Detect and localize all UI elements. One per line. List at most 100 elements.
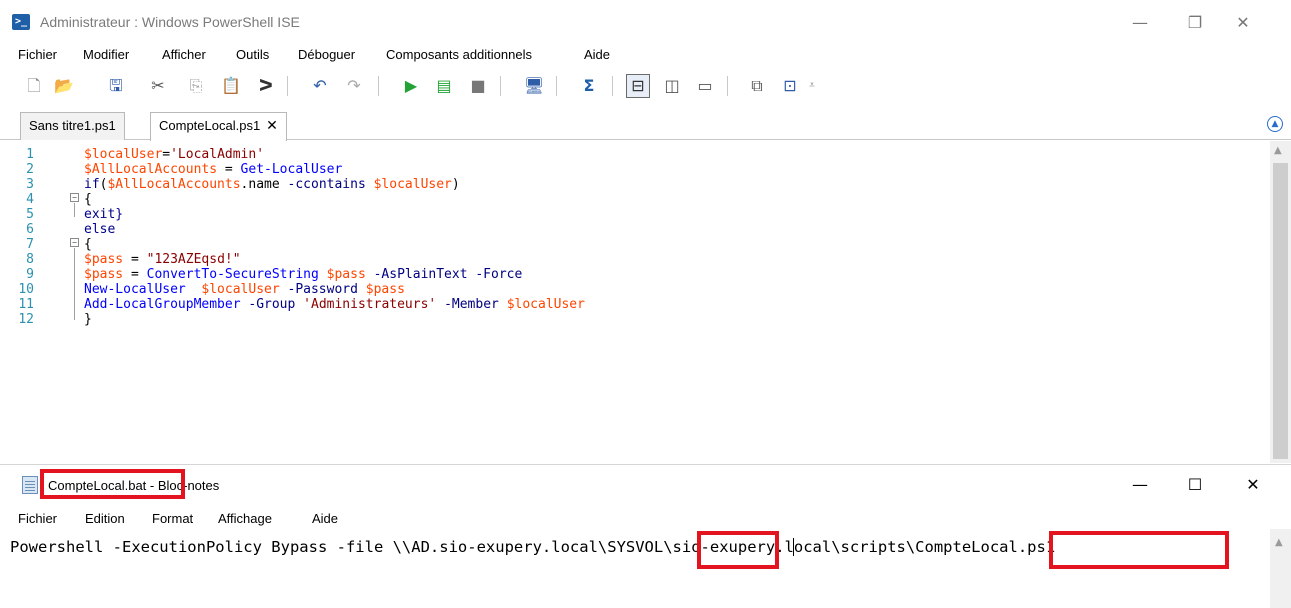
code-token: } bbox=[84, 312, 92, 327]
ise-restore-button[interactable]: ❐ bbox=[1172, 10, 1218, 36]
save-icon[interactable]: 🖫 bbox=[104, 74, 128, 98]
code-line-3: if($AllLocalAccounts.name -ccontains $lo… bbox=[84, 177, 460, 192]
code-line-10: New-LocalUser $localUser -Password $pass bbox=[84, 282, 405, 297]
line-number: 1 bbox=[26, 147, 34, 162]
tab-sans-titre1[interactable]: Sans titre1.ps1 bbox=[20, 112, 125, 140]
script-editor[interactable]: 1 2 3 4 5 6 7 8 9 10 11 12 − − $localUse… bbox=[0, 141, 1291, 463]
highlight-box-notepad-filename bbox=[40, 469, 185, 499]
code-token: if bbox=[84, 177, 100, 192]
code-line-6: else bbox=[84, 222, 115, 237]
undo-icon[interactable]: ↶ bbox=[308, 74, 332, 98]
menu-afficher[interactable]: Afficher bbox=[162, 47, 206, 62]
notepad-icon bbox=[22, 476, 38, 494]
notepad-menu-affichage[interactable]: Affichage bbox=[218, 511, 272, 526]
menu-modifier[interactable]: Modifier bbox=[83, 47, 129, 62]
code-token: = bbox=[217, 162, 241, 177]
show-script-pane-top-icon[interactable]: ⊟ bbox=[626, 74, 650, 98]
start-powershell-icon[interactable]: Σ bbox=[577, 74, 601, 98]
text-caret bbox=[793, 538, 794, 556]
notepad-menu-fichier[interactable]: Fichier bbox=[18, 511, 57, 526]
copy-icon[interactable]: ⎘ bbox=[184, 74, 208, 98]
cut-icon[interactable]: ✂ bbox=[146, 74, 170, 98]
line-number: 2 bbox=[26, 162, 34, 177]
code-token: 'LocalAdmin' bbox=[170, 147, 265, 162]
run-script-icon[interactable]: ▶ bbox=[399, 74, 423, 98]
run-selection-icon[interactable]: ▤ bbox=[432, 74, 456, 98]
menu-aide[interactable]: Aide bbox=[584, 47, 610, 62]
open-folder-icon[interactable]: 📂 bbox=[52, 74, 76, 98]
stop-icon[interactable]: ■ bbox=[466, 74, 490, 98]
code-token: $localUser bbox=[506, 297, 585, 312]
notepad-maximize-button[interactable]: ☐ bbox=[1172, 472, 1218, 498]
clear-console-icon[interactable]: ᐳ bbox=[254, 74, 278, 98]
code-line-2: $AllLocalAccounts = Get-LocalUser bbox=[84, 162, 342, 177]
code-token: "123AZEqsd!" bbox=[146, 252, 241, 267]
notepad-minimize-button[interactable]: — bbox=[1117, 472, 1163, 498]
show-command-window-icon[interactable]: ⧉ bbox=[745, 74, 769, 98]
notepad-menu-aide[interactable]: Aide bbox=[312, 511, 338, 526]
menu-fichier[interactable]: Fichier bbox=[18, 47, 57, 62]
code-token: = bbox=[123, 252, 147, 267]
code-token: Add-LocalGroupMember bbox=[84, 297, 249, 312]
code-line-9: $pass = ConvertTo-SecureString $pass -As… bbox=[84, 267, 522, 282]
toolbar-separator bbox=[727, 76, 728, 96]
script-tabstrip: Sans titre1.ps1 CompteLocal.ps1 ✕ ▲ bbox=[0, 106, 1291, 141]
tab-close-icon[interactable]: ✕ bbox=[266, 118, 278, 134]
paste-icon[interactable]: 📋 bbox=[219, 74, 243, 98]
notepad-close-button[interactable]: ✕ bbox=[1230, 472, 1276, 498]
fold-toggle-icon[interactable]: − bbox=[70, 238, 79, 247]
code-token: .name bbox=[240, 177, 288, 192]
ise-close-button[interactable]: ✕ bbox=[1220, 10, 1266, 36]
remote-powershell-icon[interactable]: 🖥 bbox=[522, 74, 546, 98]
scroll-up-icon[interactable]: ▲ bbox=[1275, 537, 1283, 548]
collapse-script-pane-icon[interactable]: ▲ bbox=[1267, 116, 1283, 132]
line-number: 4 bbox=[26, 192, 34, 207]
show-script-pane-right-icon[interactable]: ◫ bbox=[660, 74, 684, 98]
customize-toolbar-icon[interactable]: ⩡ bbox=[800, 74, 824, 98]
scrollbar-thumb[interactable] bbox=[1273, 163, 1288, 459]
line-number: 7 bbox=[26, 237, 34, 252]
redo-icon[interactable]: ↷ bbox=[342, 74, 366, 98]
code-token: $pass bbox=[326, 267, 374, 282]
show-script-pane-max-icon[interactable]: ▭ bbox=[693, 74, 717, 98]
ise-minimize-button[interactable]: — bbox=[1117, 10, 1163, 36]
notepad-menubar: Fichier Edition Format Affichage Aide bbox=[0, 509, 1291, 529]
scroll-up-icon[interactable]: ▲ bbox=[1274, 145, 1282, 156]
fold-guide bbox=[74, 248, 75, 320]
code-token: -AsPlainText bbox=[373, 267, 476, 282]
code-token: $localUser bbox=[373, 177, 452, 192]
menu-deboguer[interactable]: Déboguer bbox=[298, 47, 355, 62]
code-token: New-LocalUser bbox=[84, 282, 202, 297]
notepad-menu-format[interactable]: Format bbox=[152, 511, 193, 526]
notepad-menu-edition[interactable]: Edition bbox=[85, 511, 125, 526]
ise-titlebar: >_ Administrateur : Windows PowerShell I… bbox=[0, 0, 1291, 44]
tab-comptelocal-ps1[interactable]: CompteLocal.ps1 ✕ bbox=[150, 112, 287, 141]
code-token: $AllLocalAccounts bbox=[107, 177, 241, 192]
ise-window-title: Administrateur : Windows PowerShell ISE bbox=[40, 14, 300, 30]
highlight-box-sysvol bbox=[697, 531, 779, 569]
code-token: { bbox=[84, 237, 92, 252]
code-token: exit} bbox=[84, 207, 124, 222]
code-token: -ccontains bbox=[287, 177, 374, 192]
code-token: $localUser bbox=[84, 147, 163, 162]
line-number: 5 bbox=[26, 207, 34, 222]
show-command-addon-icon[interactable]: ⊡ bbox=[778, 74, 802, 98]
tab-label: Sans titre1.ps1 bbox=[29, 118, 116, 133]
code-line-4: { bbox=[84, 192, 92, 207]
line-number: 9 bbox=[26, 267, 34, 282]
fold-guide bbox=[74, 203, 75, 217]
notepad-text-content[interactable]: Powershell -ExecutionPolicy Bypass -file… bbox=[10, 537, 1055, 557]
powershell-ise-window: >_ Administrateur : Windows PowerShell I… bbox=[0, 0, 1291, 464]
editor-vertical-scrollbar[interactable]: ▲ bbox=[1270, 141, 1291, 463]
code-token: ConvertTo-SecureString bbox=[146, 267, 327, 282]
code-line-8: $pass = "123AZEqsd!" bbox=[84, 252, 241, 267]
new-script-icon[interactable]: 🗋 bbox=[22, 74, 46, 98]
menu-outils[interactable]: Outils bbox=[236, 47, 269, 62]
fold-toggle-icon[interactable]: − bbox=[70, 193, 79, 202]
toolbar-separator bbox=[556, 76, 557, 96]
code-line-5: exit} bbox=[84, 207, 123, 222]
code-token: $AllLocalAccounts bbox=[84, 162, 218, 177]
notepad-vertical-scrollbar[interactable]: ▲ bbox=[1270, 529, 1291, 608]
menu-composants-additionnels[interactable]: Composants additionnels bbox=[386, 47, 532, 62]
code-token: $pass bbox=[365, 282, 405, 297]
